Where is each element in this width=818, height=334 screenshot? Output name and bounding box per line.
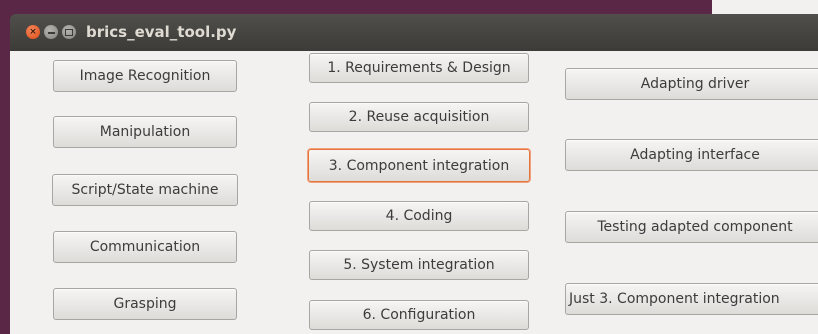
app-window: × brics_eval_tool.py Image Recognition M… — [10, 14, 818, 334]
minimize-icon[interactable] — [44, 25, 58, 39]
testing-adapted-component-button[interactable]: Testing adapted component — [565, 211, 818, 243]
window-title: brics_eval_tool.py — [86, 23, 237, 41]
image-recognition-button[interactable]: Image Recognition — [53, 60, 237, 92]
maximize-icon[interactable] — [62, 25, 76, 39]
communication-button[interactable]: Communication — [53, 231, 237, 263]
grasping-button[interactable]: Grasping — [53, 288, 237, 320]
requirements-design-button[interactable]: 1. Requirements & Design — [309, 53, 529, 83]
manipulation-button[interactable]: Manipulation — [53, 116, 237, 148]
component-integration-button[interactable]: 3. Component integration — [308, 149, 530, 182]
system-integration-button[interactable]: 5. System integration — [309, 250, 529, 280]
just-component-integration-button[interactable]: Just 3. Component integration — [565, 283, 818, 315]
configuration-button[interactable]: 6. Configuration — [309, 300, 529, 330]
coding-button[interactable]: 4. Coding — [309, 201, 529, 231]
maximize-glyph — [65, 28, 73, 36]
window-titlebar[interactable]: × brics_eval_tool.py — [10, 14, 818, 51]
adapting-interface-button[interactable]: Adapting interface — [565, 139, 818, 171]
close-icon[interactable]: × — [26, 25, 40, 39]
reuse-acquisition-button[interactable]: 2. Reuse acquisition — [309, 102, 529, 132]
button-panel: Image Recognition Manipulation Script/St… — [10, 51, 818, 334]
minimize-glyph — [47, 32, 55, 34]
close-glyph: × — [29, 26, 37, 37]
desktop-background — [712, 0, 818, 14]
adapting-driver-button[interactable]: Adapting driver — [565, 68, 818, 100]
script-state-machine-button[interactable]: Script/State machine — [52, 174, 238, 206]
